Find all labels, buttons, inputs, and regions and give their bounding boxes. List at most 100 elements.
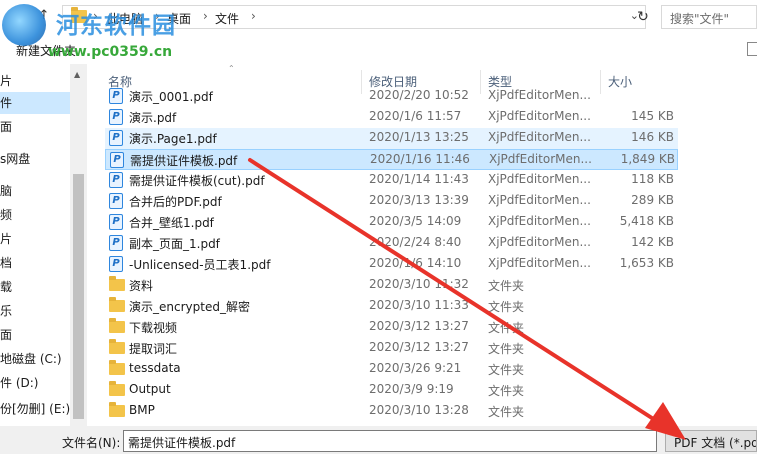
file-modified: 2020/3/12 13:27 <box>369 319 469 333</box>
sidebar-item[interactable]: 面 <box>0 116 70 138</box>
file-modified: 2020/2/24 8:40 <box>369 235 462 249</box>
sidebar-item[interactable]: 频 <box>0 204 70 226</box>
file-type: XjPdfEditorMen... <box>489 152 592 166</box>
file-name: 演示_encrypted_解密 <box>129 300 250 314</box>
filename-input[interactable]: 需提供证件模板.pdf ⌄ <box>123 430 657 452</box>
file-row-folder[interactable]: 资料 2020/3/10 11:32 文件夹 <box>105 275 678 296</box>
file-size: 289 KB <box>631 193 674 207</box>
sidebar-item-drive-c[interactable]: 地磁盘 (C:) <box>0 348 70 370</box>
file-size: 145 KB <box>631 109 674 123</box>
pdf-file-icon: P <box>110 152 124 168</box>
chevron-right-icon[interactable]: › <box>251 9 256 23</box>
file-modified: 2020/1/16 11:46 <box>370 152 470 166</box>
chevron-down-icon[interactable]: ⌄ <box>128 434 652 448</box>
search-input[interactable]: 搜索"文件" <box>661 5 757 29</box>
sidebar-item[interactable]: 档 <box>0 252 70 274</box>
sidebar-scrollbar[interactable]: ▲ <box>70 64 87 426</box>
file-name: 需提供证件模板.pdf <box>130 154 238 168</box>
pdf-file-icon: P <box>109 235 123 251</box>
file-name: 提取词汇 <box>129 342 178 356</box>
pdf-file-icon: P <box>109 130 123 146</box>
file-type: XjPdfEditorMen... <box>488 256 591 270</box>
file-row-pdf[interactable]: P 合并后的PDF.pdf 2020/3/13 13:39 XjPdfEditorMe… <box>105 191 678 212</box>
sidebar-item[interactable]: s网盘 <box>0 148 70 170</box>
file-name: 需提供证件模板(cut).pdf <box>129 174 265 188</box>
file-size: 1,653 KB <box>619 256 674 270</box>
file-type: XjPdfEditorMen... <box>488 172 591 186</box>
file-row-pdf[interactable]: P -Unlicensed-员工表1.pdf 2020/1/6 14:10 XjPdf… <box>105 254 678 275</box>
scrollbar-thumb[interactable] <box>73 174 84 419</box>
file-size: 142 KB <box>631 235 674 249</box>
file-modified: 2020/1/13 13:25 <box>369 130 469 144</box>
sidebar-item-drive-d[interactable]: 件 (D:) <box>0 372 70 394</box>
file-name: tessdata <box>129 361 181 375</box>
refresh-icon[interactable]: ↻ <box>632 5 654 29</box>
file-row-pdf[interactable]: P 演示.pdf 2020/1/6 11:57 XjPdfEditorMen... 14… <box>105 107 678 128</box>
file-row-pdf[interactable]: P 需提供证件模板.pdf 2020/1/16 11:46 XjPdfEditorMe… <box>105 149 678 170</box>
file-type: 文件夹 <box>488 300 525 314</box>
file-type: 文件夹 <box>488 384 525 398</box>
file-type: 文件夹 <box>488 342 525 356</box>
folder-icon <box>109 360 125 375</box>
file-row-pdf[interactable]: P 需提供证件模板(cut).pdf 2020/1/14 11:43 XjPdfEdi… <box>105 170 678 191</box>
file-name: 合并_壁纸1.pdf <box>129 216 214 230</box>
scroll-up-icon[interactable]: ▲ <box>74 70 80 79</box>
sidebar-item[interactable]: 片 <box>0 228 70 250</box>
file-type: XjPdfEditorMen... <box>488 235 591 249</box>
file-size: 118 KB <box>631 172 674 186</box>
file-name: 副本_页面_1.pdf <box>129 237 220 251</box>
file-row-folder[interactable]: 演示_encrypted_解密 2020/3/10 11:33 文件夹 <box>105 296 678 317</box>
file-modified: 2020/3/9 9:19 <box>369 382 454 396</box>
folder-icon <box>109 297 125 312</box>
file-row-pdf[interactable]: P 演示.Page1.pdf 2020/1/13 13:25 XjPdfEditorM… <box>105 128 678 149</box>
sidebar-item[interactable]: 载 <box>0 276 70 298</box>
folder-icon <box>109 276 125 291</box>
breadcrumb-files[interactable]: 文件 <box>215 10 239 27</box>
file-modified: 2020/2/20 10:52 <box>369 88 469 102</box>
sidebar-item[interactable]: 脑 <box>0 180 70 202</box>
file-modified: 2020/3/10 11:33 <box>369 298 469 312</box>
watermark-url: www.pc0359.cn <box>48 44 173 60</box>
sidebar-item[interactable]: 面 <box>0 324 70 346</box>
view-options-icon[interactable] <box>747 42 757 56</box>
sidebar-item-drive-e[interactable]: 份[勿删] (E:) <box>0 398 70 420</box>
file-type: XjPdfEditorMen... <box>488 109 591 123</box>
file-modified: 2020/3/13 13:39 <box>369 193 469 207</box>
filetype-select[interactable]: PDF 文档 (*.pdf) <box>665 430 757 452</box>
file-name: 演示_0001.pdf <box>129 90 213 104</box>
file-name: 资料 <box>129 279 154 293</box>
file-row-folder[interactable]: BMP 2020/3/10 13:28 文件夹 <box>105 401 678 422</box>
file-size: 146 KB <box>631 130 674 144</box>
file-row-folder[interactable]: 提取词汇 2020/3/12 13:27 文件夹 <box>105 338 678 359</box>
file-modified: 2020/3/10 11:32 <box>369 277 469 291</box>
file-row-pdf[interactable]: P 演示_0001.pdf 2020/2/20 10:52 XjPdfEditorMe… <box>105 86 678 107</box>
watermark-logo-icon <box>2 4 46 46</box>
sidebar-item-selected[interactable]: 件 <box>0 92 70 114</box>
file-name: Output <box>129 382 171 396</box>
file-type: 文件夹 <box>488 321 525 335</box>
file-name: -Unlicensed-员工表1.pdf <box>129 258 271 272</box>
sidebar-item[interactable]: 乐 <box>0 300 70 322</box>
pdf-file-icon: P <box>109 214 123 230</box>
sidebar-item[interactable]: 片 <box>0 70 70 92</box>
file-row-pdf[interactable]: P 合并_壁纸1.pdf 2020/3/5 14:09 XjPdfEditorMen.… <box>105 212 678 233</box>
file-row-folder[interactable]: 下载视频 2020/3/12 13:27 文件夹 <box>105 317 678 338</box>
file-modified: 2020/3/10 13:28 <box>369 403 469 417</box>
file-type: 文件夹 <box>488 279 525 293</box>
file-name: BMP <box>129 403 155 417</box>
folder-icon <box>109 402 125 417</box>
filetype-value: PDF 文档 (*.pdf) <box>674 436 756 450</box>
pdf-file-icon: P <box>109 109 123 125</box>
file-type: 文件夹 <box>488 363 525 377</box>
chevron-right-icon[interactable]: › <box>203 9 208 23</box>
file-size: 5,418 KB <box>619 214 674 228</box>
folder-icon <box>109 318 125 333</box>
file-type: XjPdfEditorMen... <box>488 130 591 144</box>
pdf-file-icon: P <box>109 256 123 272</box>
file-row-folder[interactable]: tessdata 2020/3/26 9:21 文件夹 <box>105 359 678 380</box>
folder-icon <box>109 339 125 354</box>
file-type: XjPdfEditorMen... <box>488 88 591 102</box>
pdf-file-icon: P <box>109 88 123 104</box>
file-row-folder[interactable]: Output 2020/3/9 9:19 文件夹 <box>105 380 678 401</box>
file-row-pdf[interactable]: P 副本_页面_1.pdf 2020/2/24 8:40 XjPdfEditorMen… <box>105 233 678 254</box>
